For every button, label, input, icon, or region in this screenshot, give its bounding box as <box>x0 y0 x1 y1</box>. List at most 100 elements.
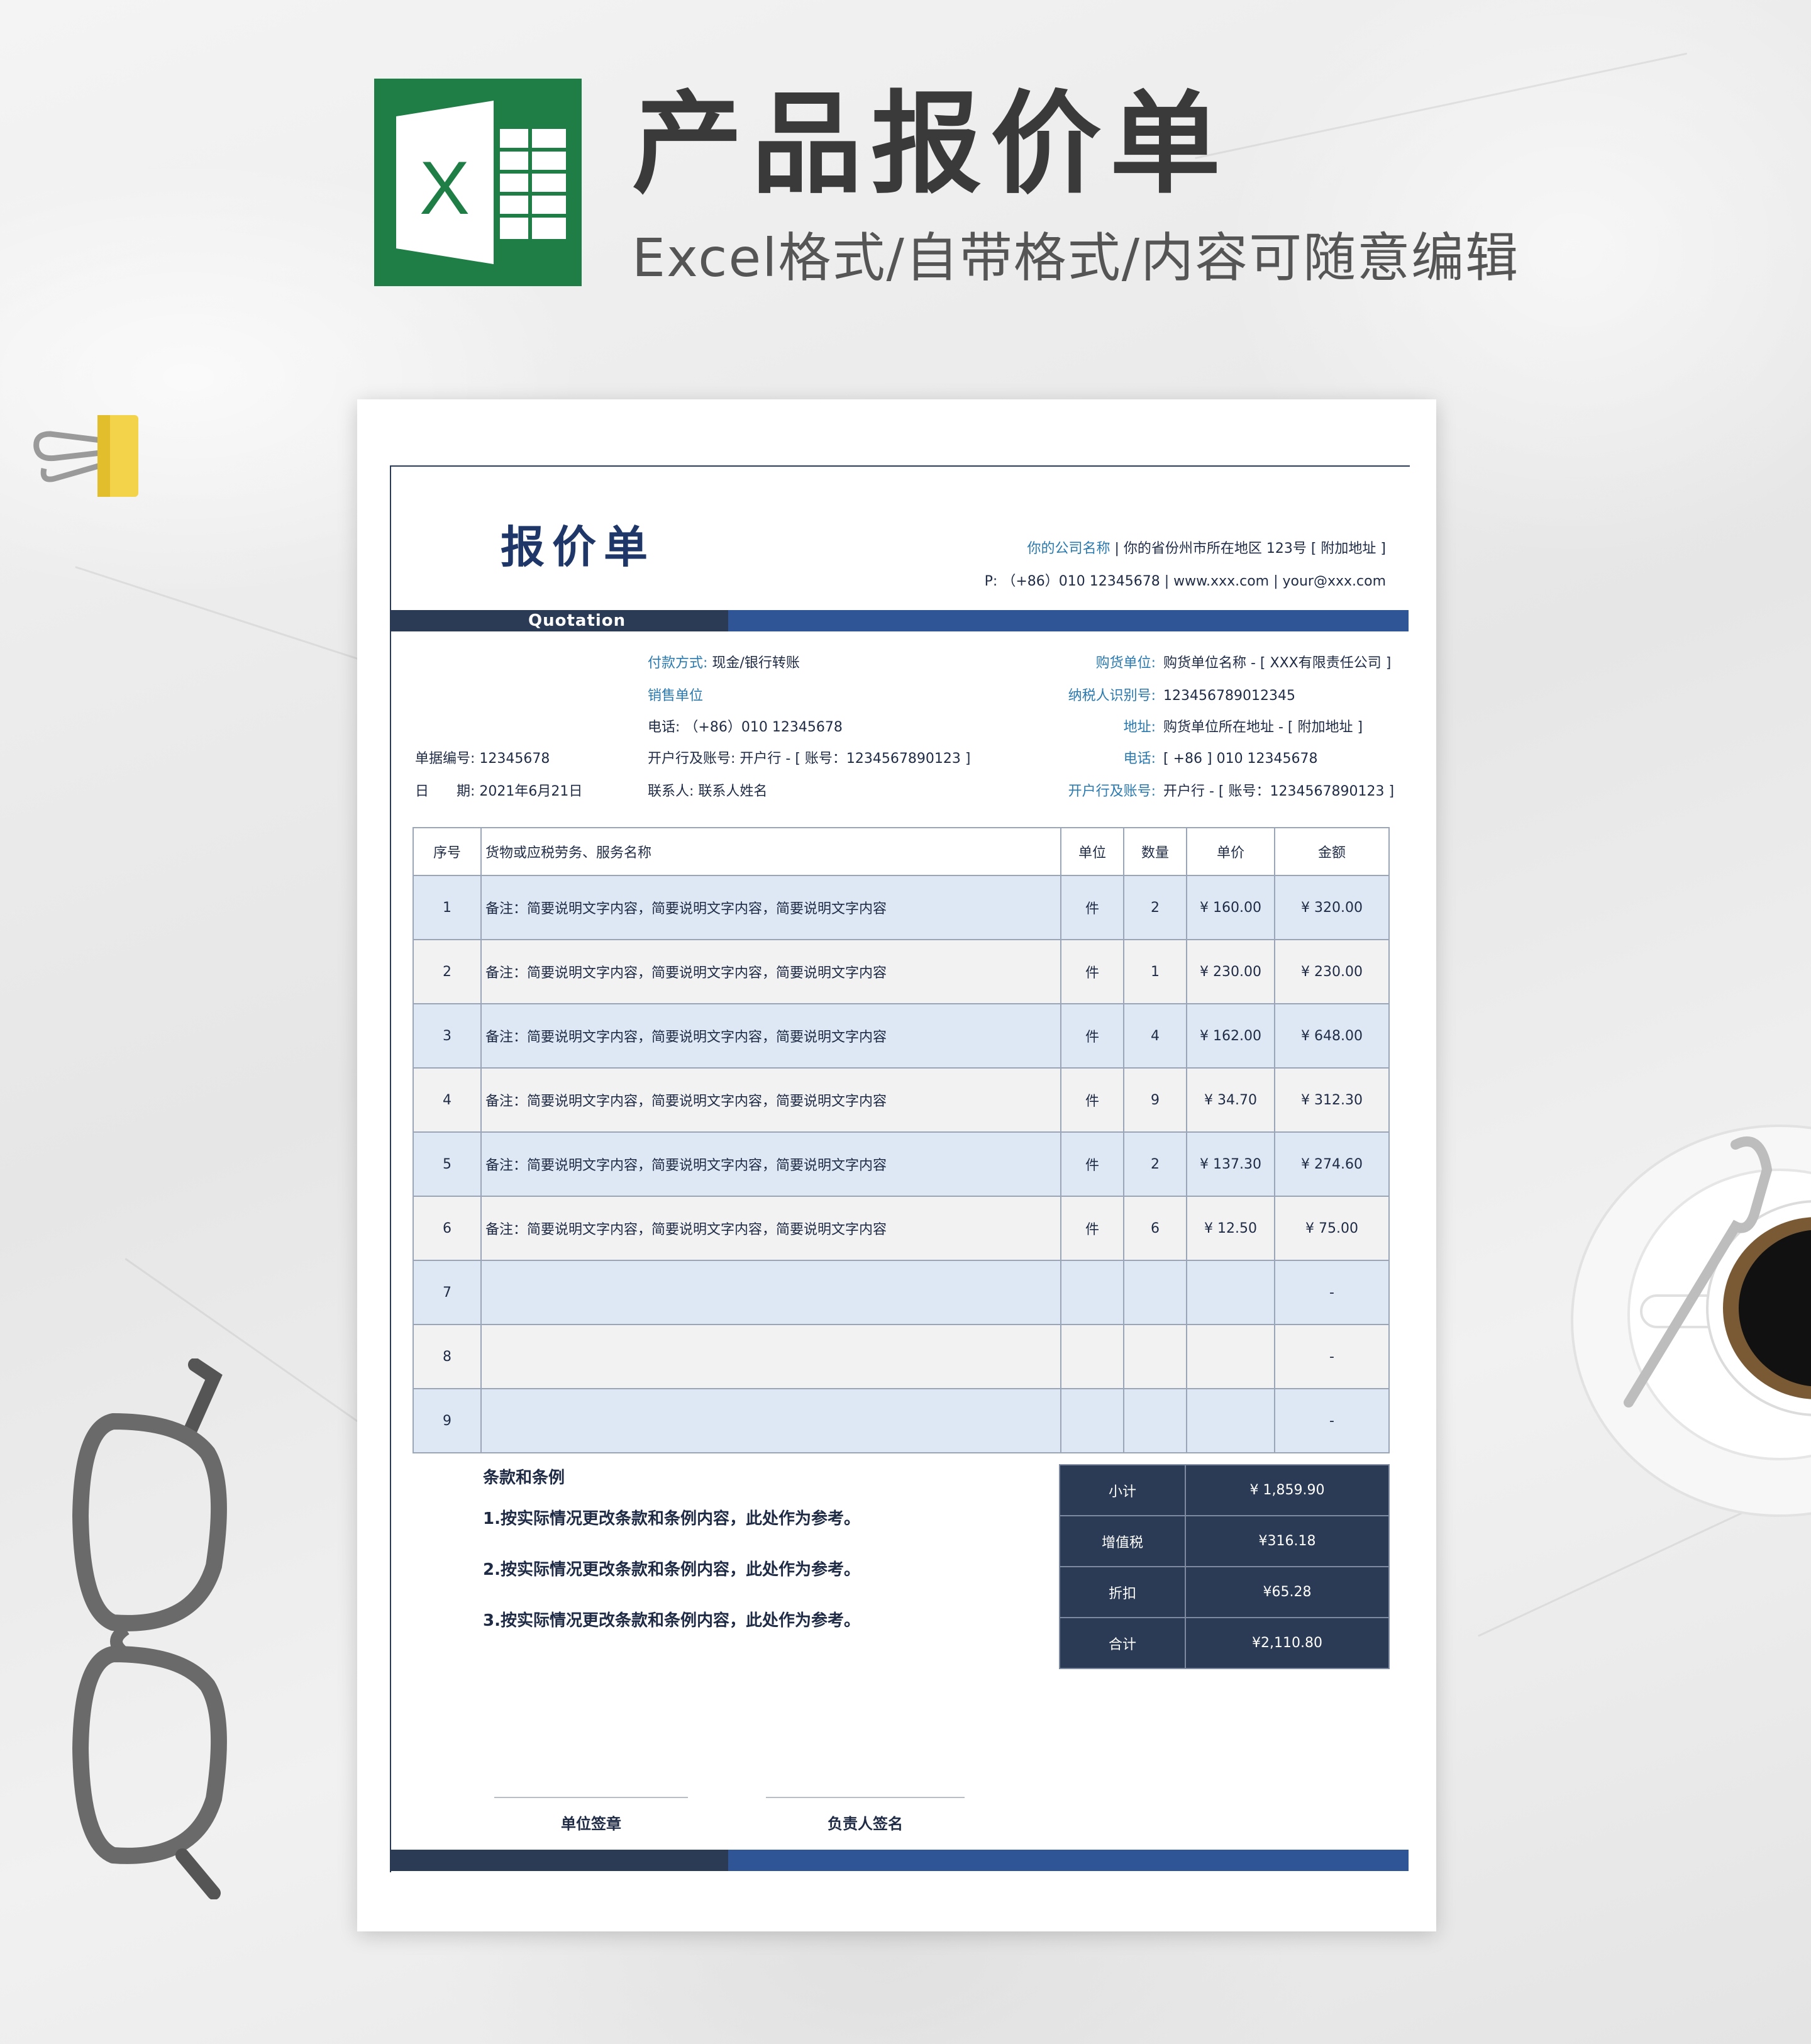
buyer-bank-label: 开户行及账号: <box>1068 784 1156 799</box>
seller-label: 销售单位 <box>648 688 704 704</box>
cell-qty: 2 <box>1123 1131 1187 1197</box>
cell-description <box>480 1324 1061 1389</box>
cell-qty <box>1123 1260 1187 1325</box>
cell-description <box>480 1388 1061 1453</box>
discount-row: 折扣 ¥65.28 <box>1059 1566 1390 1618</box>
cell-unit <box>1060 1388 1124 1453</box>
total-label: 合计 <box>1059 1617 1186 1669</box>
cell-qty: 9 <box>1123 1067 1187 1133</box>
footer-band-blue <box>728 1850 1409 1871</box>
totals-table: 小计 ¥ 1,859.90 增值税 ¥316.18 折扣 ¥65.28 合计 ¥… <box>1059 1464 1390 1669</box>
cell-amount: ¥ 274.60 <box>1274 1131 1390 1197</box>
cell-amount: - <box>1274 1388 1390 1453</box>
cell-index: 1 <box>413 875 482 940</box>
cell-qty: 6 <box>1123 1196 1187 1261</box>
unit-signature-label: 单位签章 <box>561 1815 621 1833</box>
terms-section: 条款和条例 1.按实际情况更改条款和条例内容，此处作为参考。 2.按实际情况更改… <box>483 1462 986 1647</box>
cell-unit <box>1060 1260 1124 1325</box>
seller-contact-value: 联系人姓名 <box>698 784 768 799</box>
col-header-unit: 单位 <box>1060 827 1124 876</box>
cell-price: ¥ 162.00 <box>1186 1003 1275 1069</box>
doc-number-label: 单据编号: <box>415 751 475 767</box>
cell-index: 5 <box>413 1131 482 1197</box>
excel-logo-letter: X <box>419 146 470 230</box>
seller-phone-label: 电话: <box>648 719 680 735</box>
cell-amount: ¥ 312.30 <box>1274 1067 1390 1133</box>
col-header-price: 单价 <box>1186 827 1275 876</box>
col-header-qty: 数量 <box>1123 827 1187 876</box>
cell-index: 7 <box>413 1260 482 1325</box>
cell-amount: ¥ 648.00 <box>1274 1003 1390 1069</box>
page-subtitle: Excel格式/自带格式/内容可随意编辑 <box>632 227 1520 289</box>
cell-description: 备注：简要说明文字内容，简要说明文字内容，简要说明文字内容 <box>480 1131 1061 1197</box>
items-table: 序号 货物或应税劳务、服务名称 单位 数量 单价 金额 1 备注：简要说明文字内容… <box>413 827 1390 1453</box>
vat-label: 增值税 <box>1059 1515 1186 1567</box>
terms-line: 2.按实际情况更改条款和条例内容，此处作为参考。 <box>483 1560 860 1579</box>
quotation-sheet: 报价单 你的公司名称 | 你的省份州市所在地区 123号 [ 附加地址 ] P:… <box>357 399 1436 1931</box>
vat-value: ¥316.18 <box>1185 1515 1390 1567</box>
seller-phone-value: （+86）010 12345678 <box>684 719 843 735</box>
seller-bank-label: 开户行及账号: <box>648 751 736 767</box>
doc-date-value: 2021年6月21日 <box>479 784 583 799</box>
table-header-row: 序号 货物或应税劳务、服务名称 单位 数量 单价 金额 <box>413 827 1390 876</box>
cell-description: 备注：简要说明文字内容，简要说明文字内容，简要说明文字内容 <box>480 1196 1061 1261</box>
cell-amount: ¥ 320.00 <box>1274 875 1390 940</box>
tax-label-cell: 纳税人识别号: <box>1024 684 1156 709</box>
cell-amount: ¥ 75.00 <box>1274 1196 1390 1261</box>
buyer-value: 购货单位名称 - [ XXX有限责任公司 ] <box>1163 655 1392 671</box>
cell-qty: 4 <box>1123 1003 1187 1069</box>
tax-label: 纳税人识别号: <box>1068 688 1156 704</box>
discount-value: ¥65.28 <box>1185 1566 1390 1618</box>
cell-price <box>1186 1324 1275 1389</box>
total-row: 合计 ¥2,110.80 <box>1059 1617 1390 1669</box>
cell-index: 9 <box>413 1388 482 1453</box>
page-title: 产品报价单 <box>632 80 1230 209</box>
cell-amount: - <box>1274 1324 1390 1389</box>
buyer-phone-value: [ +86 ] 010 12345678 <box>1163 751 1318 767</box>
table-row: 2 备注：简要说明文字内容，简要说明文字内容，简要说明文字内容件 1 ¥ 230.00… <box>413 939 1390 1004</box>
payment-label: 付款方式: <box>648 655 708 671</box>
unit-signature-line <box>494 1797 688 1798</box>
cell-qty <box>1123 1388 1187 1453</box>
tax-value: 123456789012345 <box>1163 688 1295 704</box>
person-signature-label: 负责人签名 <box>828 1815 903 1833</box>
subtotal-row: 小计 ¥ 1,859.90 <box>1059 1464 1390 1516</box>
table-row: 9- <box>413 1388 1390 1453</box>
buyer-phone-label: 电话: <box>1123 751 1156 767</box>
cell-description: 备注：简要说明文字内容，简要说明文字内容，简要说明文字内容 <box>480 875 1061 940</box>
cell-index: 3 <box>413 1003 482 1069</box>
seller-phone: 电话: （+86）010 12345678 <box>648 715 843 740</box>
seller-contact: 联系人: 联系人姓名 <box>648 779 767 804</box>
table-row: 5 备注：简要说明文字内容，简要说明文字内容，简要说明文字内容件 2 ¥ 137.30… <box>413 1131 1390 1197</box>
address-label: 地址: <box>1123 719 1156 735</box>
discount-label: 折扣 <box>1059 1566 1186 1618</box>
table-row: 8- <box>413 1324 1390 1389</box>
cell-price <box>1186 1260 1275 1325</box>
buyer-phone-label-cell: 电话: <box>1024 747 1156 772</box>
subtotal-label: 小计 <box>1059 1464 1186 1516</box>
company-address: | 你的省份州市所在地区 123号 [ 附加地址 ] <box>1114 541 1386 557</box>
cell-unit: 件 <box>1060 875 1124 940</box>
cell-description: 备注：简要说明文字内容，简要说明文字内容，简要说明文字内容 <box>480 1067 1061 1133</box>
excel-icon: X <box>374 79 582 286</box>
subtotal-value: ¥ 1,859.90 <box>1185 1464 1390 1516</box>
terms-line: 3.按实际情况更改条款和条例内容，此处作为参考。 <box>483 1611 860 1630</box>
cell-qty: 1 <box>1123 939 1187 1004</box>
cell-qty <box>1123 1324 1187 1389</box>
person-signature-line <box>766 1797 965 1798</box>
cell-unit: 件 <box>1060 1196 1124 1261</box>
company-line: 你的公司名称 | 你的省份州市所在地区 123号 [ 附加地址 ] <box>757 536 1386 562</box>
payment-method: 付款方式: 现金/银行转账 <box>648 651 800 676</box>
binder-clip-icon <box>31 409 145 503</box>
buyer-label-cell: 购货单位: <box>1024 651 1156 676</box>
doc-number-value: 12345678 <box>479 751 550 767</box>
cell-description: 备注：简要说明文字内容，简要说明文字内容，简要说明文字内容 <box>480 939 1061 1004</box>
terms-line: 1.按实际情况更改条款和条例内容，此处作为参考。 <box>483 1509 860 1528</box>
cell-qty: 2 <box>1123 875 1187 940</box>
footer-band <box>390 1850 1409 1871</box>
table-row: 6 备注：简要说明文字内容，简要说明文字内容，简要说明文字内容件 6 ¥ 12.50 ¥… <box>413 1196 1390 1261</box>
footer-band-dark <box>390 1850 728 1871</box>
table-row: 4 备注：简要说明文字内容，简要说明文字内容，简要说明文字内容件 9 ¥ 34.70 ¥… <box>413 1067 1390 1133</box>
table-row: 3 备注：简要说明文字内容，简要说明文字内容，简要说明文字内容件 4 ¥ 162.00… <box>413 1003 1390 1069</box>
glasses-icon <box>69 1358 233 1900</box>
